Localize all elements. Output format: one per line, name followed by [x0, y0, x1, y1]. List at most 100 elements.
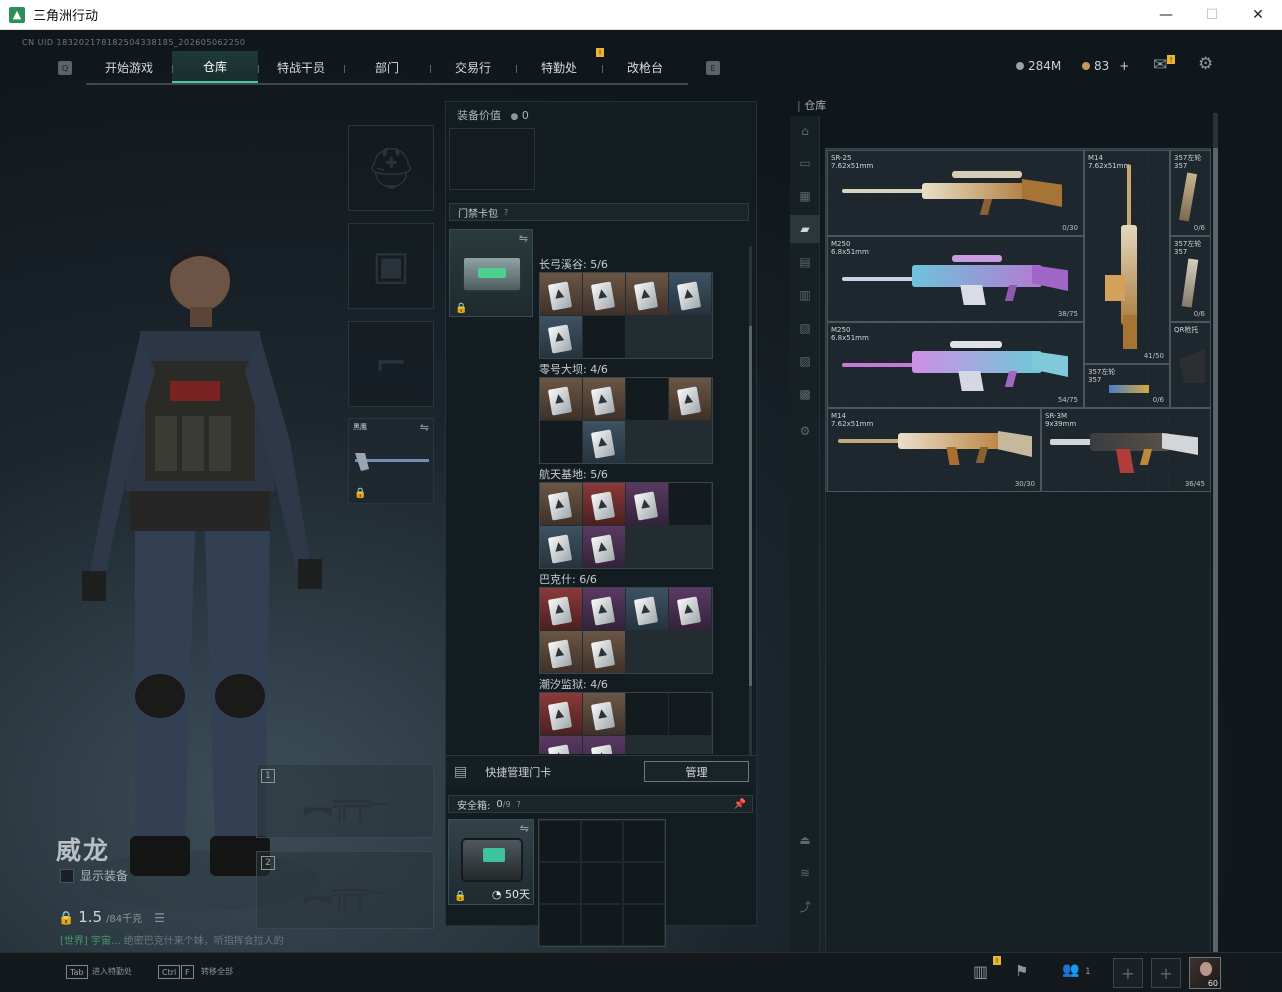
primary-weapon-slot-1[interactable]: 1 ︻╦╤─ — [256, 764, 434, 838]
keycard[interactable] — [540, 631, 582, 673]
keycard-empty-slot[interactable] — [626, 693, 668, 735]
invite-slot-1[interactable]: + — [1113, 958, 1143, 988]
help-icon[interactable]: ? — [517, 800, 521, 809]
ctrl-key-hint[interactable]: Ctrl — [158, 965, 181, 979]
tab-warehouse[interactable]: 仓库 — [172, 51, 258, 83]
safebox-item[interactable]: ⇋ 🔒 ◔ 50天 — [448, 819, 534, 905]
category-material-icon[interactable]: ▨ — [790, 347, 820, 375]
next-tab-key-hint[interactable]: E — [706, 61, 720, 75]
tab-gunsmith[interactable]: 改枪台 — [602, 51, 688, 83]
transfer-all-label[interactable]: 转移全部 — [201, 966, 233, 977]
keycard[interactable] — [540, 588, 582, 630]
stash-empty-area[interactable] — [825, 492, 1211, 955]
melee-slot[interactable]: 黑鹰 ⇋ 🔒 — [348, 418, 434, 504]
keycard[interactable] — [540, 736, 582, 754]
pistol-slot[interactable]: ⌐ — [348, 321, 434, 407]
category-ammo-icon[interactable]: ▥ — [790, 281, 820, 309]
help-icon[interactable]: ? — [504, 208, 508, 217]
keycard[interactable] — [583, 736, 625, 754]
keycard[interactable] — [583, 588, 625, 630]
tab-trade[interactable]: 交易行 — [430, 51, 516, 83]
stash-weapon-357-2[interactable]: 357左轮 357 0/6 — [1170, 236, 1211, 322]
swap-icon[interactable]: ⇋ — [519, 232, 528, 245]
primary-weapon-slot-2[interactable]: 2 ︻╦╤─ — [256, 851, 434, 929]
keycard[interactable] — [669, 273, 711, 315]
keycard-empty-slot[interactable] — [540, 421, 582, 463]
sort-icon[interactable]: ⏏ — [790, 826, 820, 854]
mail-icon[interactable]: ✉ — [1153, 55, 1167, 75]
keycard-empty-slot[interactable] — [669, 483, 711, 525]
stash-weapon-m250-2[interactable]: M250 6.8x51mm 54/75 — [827, 322, 1084, 408]
backpack-slot[interactable] — [449, 128, 535, 190]
show-gear-checkbox[interactable] — [60, 868, 74, 883]
invite-slot-2[interactable]: + — [1151, 958, 1181, 988]
chat-line[interactable]: [世界] 宇宙... 绝密巴克什来个妹，听指挥会拉人的 — [60, 932, 284, 947]
add-currency-button[interactable]: + — [1119, 59, 1129, 73]
keycard[interactable] — [626, 483, 668, 525]
prev-tab-key-hint[interactable]: Q — [58, 61, 72, 75]
stash-item-qr-stock[interactable]: QR枪托 — [1170, 322, 1211, 408]
swap-icon[interactable]: ⇋ — [420, 421, 429, 434]
keycard[interactable] — [540, 378, 582, 420]
stash-weapon-357-3[interactable]: 357左轮 357 0/6 — [1084, 364, 1170, 408]
gear-icon[interactable]: ⚙ — [1198, 54, 1213, 74]
keycard[interactable] — [540, 316, 582, 358]
squad-icon[interactable]: 👥 — [1062, 962, 1079, 978]
keycard[interactable] — [583, 631, 625, 673]
f-key-hint[interactable]: F — [181, 965, 194, 979]
tab-operators[interactable]: 特战干员 — [258, 51, 344, 83]
pin-icon[interactable]: 📌 — [734, 799, 746, 810]
keycard[interactable] — [540, 273, 582, 315]
stash-weapon-m250-1[interactable]: M250 6.8x51mm 38/75 — [827, 236, 1084, 322]
stash-weapon-357-1[interactable]: 357左轮 357 0/6 — [1170, 150, 1211, 236]
manage-button[interactable]: 管理 — [644, 761, 749, 782]
keycard-empty-slot[interactable] — [626, 378, 668, 420]
scrollbar-thumb[interactable] — [1213, 148, 1218, 954]
keycard[interactable] — [540, 526, 582, 568]
category-all-icon[interactable]: ⌂ — [790, 117, 820, 145]
keycard-scrollbar[interactable] — [749, 246, 752, 766]
keycard[interactable] — [583, 693, 625, 735]
enter-special-ops-label[interactable]: 进入特勤处 — [92, 966, 132, 977]
swap-icon[interactable]: ⇋ — [520, 822, 529, 835]
keycard[interactable] — [669, 378, 711, 420]
tab-start-game[interactable]: 开始游戏 — [86, 51, 172, 83]
flag-icon[interactable]: ⚑ — [1015, 962, 1028, 980]
category-settings-icon[interactable]: ⚙ — [790, 417, 820, 445]
tab-key-hint[interactable]: Tab — [66, 965, 88, 979]
keycard[interactable] — [540, 483, 582, 525]
keycard[interactable] — [626, 273, 668, 315]
scrollbar-thumb[interactable] — [749, 326, 752, 686]
stash-scrollbar[interactable] — [1213, 113, 1218, 956]
keycard[interactable] — [540, 693, 582, 735]
keycard-empty-slot[interactable] — [669, 693, 711, 735]
category-armor-icon[interactable]: ▦ — [790, 182, 820, 210]
transfer-icon[interactable]: ⤴ — [790, 892, 820, 920]
minimize-button[interactable]: — — [1143, 0, 1189, 30]
keycard-bag-item[interactable]: ⇋ 🔒 — [449, 229, 533, 317]
keycard[interactable] — [583, 526, 625, 568]
stats-icon[interactable]: ▥ — [973, 962, 988, 981]
keycard[interactable] — [583, 273, 625, 315]
keycard[interactable] — [626, 588, 668, 630]
maximize-button[interactable]: ☐ — [1189, 0, 1235, 30]
category-medical-icon[interactable]: ▧ — [790, 314, 820, 342]
stash-weapon-m14[interactable]: M14 7.62x51mm 30/30 — [827, 408, 1041, 492]
tab-department[interactable]: 部门 — [344, 51, 430, 83]
avatar[interactable]: 60 — [1189, 957, 1221, 989]
category-weapon-icon[interactable]: ▰ — [790, 215, 820, 243]
helmet-slot[interactable]: ⛑ — [348, 125, 434, 211]
armor-slot[interactable]: ▣ — [348, 223, 434, 309]
stash-weapon-sr3m[interactable]: SR-3M 9x39mm 36/45 — [1041, 408, 1211, 492]
stash-grid[interactable]: SR-25 7.62x51mm 0/30 M14 7.62x51mm 41/50… — [825, 148, 1211, 492]
category-gun-icon[interactable]: ▭ — [790, 149, 820, 177]
keycard[interactable] — [583, 378, 625, 420]
stash-weapon-m14-vertical[interactable]: M14 7.62x51mm 41/50 — [1084, 150, 1170, 364]
weight-details-icon[interactable]: ☰ — [154, 911, 165, 925]
close-button[interactable]: ✕ — [1235, 0, 1281, 30]
stash-weapon-sr25[interactable]: SR-25 7.62x51mm 0/30 — [827, 150, 1084, 236]
keycard[interactable] — [583, 421, 625, 463]
layers-icon[interactable]: ≋ — [790, 859, 820, 887]
keycard-empty-slot[interactable] — [583, 316, 625, 358]
category-key-icon[interactable]: ▩ — [790, 380, 820, 408]
